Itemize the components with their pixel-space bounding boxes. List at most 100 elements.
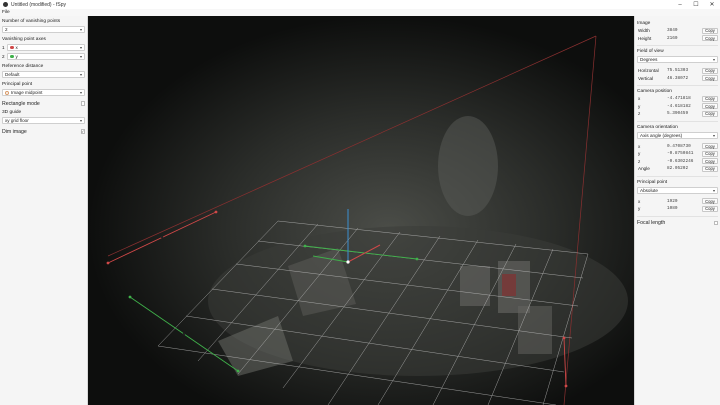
copy-button[interactable]: Copy	[702, 27, 718, 34]
vp-x-handle[interactable]	[562, 336, 566, 340]
fov-unit-select[interactable]: Degrees ▾	[637, 56, 718, 63]
angle-label: Angle	[638, 166, 650, 172]
axis1-select[interactable]: x ▾	[7, 44, 85, 51]
axis-row-2: 2 y ▾	[2, 53, 85, 60]
horizontal-value: 75.51303	[667, 68, 689, 74]
pp-x-row: x 1920 Copy	[637, 198, 718, 206]
guide-select[interactable]: xy grid floor ▾	[2, 117, 85, 124]
ref-distance-select[interactable]: Default ▾	[2, 71, 85, 78]
focal-length-label: Focal length	[637, 220, 666, 226]
vp-axes-label: Vanishing point axes	[2, 37, 46, 42]
menu-file[interactable]: File	[2, 10, 10, 15]
window-title: Untitled (modified) - fSpy	[11, 1, 67, 8]
pos-y-value: -4.618182	[667, 103, 691, 109]
rectangle-mode-checkbox[interactable]	[80, 101, 85, 106]
vp-x-handle[interactable]	[106, 261, 110, 265]
axis2-select[interactable]: y ▾	[7, 53, 85, 60]
pos-z-value: 5.390459	[667, 111, 689, 117]
vp-y-midpoint	[182, 332, 186, 336]
orientation-mode-select[interactable]: Axis angle (degrees) ▾	[637, 131, 718, 139]
vp-y-handle[interactable]	[303, 244, 307, 248]
green-dot-icon	[10, 54, 14, 59]
divider	[637, 45, 718, 46]
vp-count-select[interactable]: 2 ▾	[2, 26, 85, 33]
orient-y-row: y -0.8750841 Copy	[637, 150, 718, 158]
pos-x-label: x	[638, 96, 641, 102]
paint-can-shape	[518, 306, 552, 354]
doll-figure-shape	[438, 116, 498, 216]
copy-button[interactable]: Copy	[702, 143, 718, 150]
vp-y-handle[interactable]	[415, 257, 419, 261]
orient-x-row: x 0.4708730 Copy	[637, 143, 718, 151]
chevron-down-icon: ▾	[712, 57, 715, 62]
orient-angle-row: Angle 82.05202 Copy	[637, 165, 718, 173]
copy-button[interactable]: Copy	[702, 158, 718, 165]
vp-x-handle[interactable]	[564, 384, 568, 388]
width-value: 3840	[667, 28, 678, 34]
copy-button[interactable]: Copy	[702, 95, 718, 102]
maximize-button[interactable]: ☐	[688, 0, 704, 9]
focal-length-row: Focal length	[637, 220, 718, 227]
vp-y-handle[interactable]	[236, 369, 240, 373]
horizontal-label: Horizontal	[638, 68, 659, 74]
window-controls: – ☐ ✕	[672, 0, 720, 9]
chevron-down-icon: ▾	[79, 72, 82, 77]
orient-z-value: -0.6302246	[667, 158, 694, 164]
pp-mode-select[interactable]: Absolute ▾	[637, 186, 718, 194]
dim-image-label: Dim image	[2, 128, 27, 135]
camera-orientation-title: Camera orientation	[637, 124, 678, 130]
cam-pos-z-row: z 5.390459 Copy	[637, 110, 718, 118]
principal-point-label: Principal point	[2, 82, 33, 87]
orient-x-value: 0.4708730	[667, 143, 691, 149]
dim-image-checkbox[interactable]: ✓	[80, 129, 85, 134]
principal-point-value: Image midpoint	[11, 90, 43, 95]
chevron-down-icon: ▾	[712, 132, 715, 138]
axis-row-1: 1 x ▾	[2, 44, 85, 51]
copy-button[interactable]: Copy	[702, 35, 718, 42]
divider	[637, 120, 718, 122]
copy-button[interactable]: Copy	[702, 198, 718, 205]
vp-x-handle[interactable]	[214, 210, 218, 214]
dim-image-row: Dim image ✓	[2, 128, 85, 135]
height-label: Height	[638, 35, 652, 41]
copy-button[interactable]: Copy	[702, 75, 718, 82]
red-label-shape	[502, 274, 516, 296]
origin-handle[interactable]	[346, 260, 350, 264]
rectangle-mode-label: Rectangle mode	[2, 100, 40, 107]
focal-length-checkbox[interactable]	[713, 220, 718, 226]
rectangle-mode-row: Rectangle mode	[2, 100, 85, 107]
app-logo-icon	[3, 2, 8, 7]
chevron-down-icon: ▾	[79, 27, 82, 32]
image-width-row: Width 3840 Copy	[637, 27, 718, 35]
principal-point-select[interactable]: Image midpoint ▾	[2, 89, 85, 96]
divider	[637, 175, 718, 177]
image-viewport[interactable]	[88, 16, 634, 405]
copy-button[interactable]: Copy	[702, 165, 718, 172]
ring-dot-icon	[5, 90, 9, 95]
pp-x-value: 1920	[667, 198, 678, 204]
minimize-button[interactable]: –	[672, 0, 688, 9]
fov-unit-value: Degrees	[640, 57, 658, 62]
menu-bar: File	[0, 9, 720, 16]
vp-y-handle[interactable]	[128, 295, 132, 299]
left-settings-panel: Number of vanishing points 2 ▾ Vanishing…	[0, 16, 88, 405]
copy-button[interactable]: Copy	[702, 150, 718, 157]
chevron-down-icon: ▾	[79, 45, 82, 50]
vertical-label: Vertical	[638, 75, 654, 81]
cam-pos-x-row: x -4.471818 Copy	[637, 95, 718, 103]
copy-button[interactable]: Copy	[702, 205, 718, 212]
close-button[interactable]: ✕	[704, 0, 720, 9]
fov-vertical-row: Vertical 46.38072 Copy	[637, 75, 718, 83]
pos-y-label: y	[638, 103, 641, 109]
orient-z-row: z -0.6302246 Copy	[637, 158, 718, 166]
chevron-down-icon: ▾	[712, 187, 715, 193]
orient-y-value: -0.8750841	[667, 151, 694, 157]
pp-y-value: 1080	[667, 206, 678, 212]
axis2-value: y	[15, 54, 18, 59]
copy-button[interactable]: Copy	[702, 110, 718, 117]
pos-x-value: -4.471818	[667, 96, 691, 102]
copy-button[interactable]: Copy	[702, 67, 718, 74]
axis1-value: x	[15, 45, 18, 50]
copy-button[interactable]: Copy	[702, 103, 718, 110]
guide-label: 3D guide	[2, 110, 22, 115]
